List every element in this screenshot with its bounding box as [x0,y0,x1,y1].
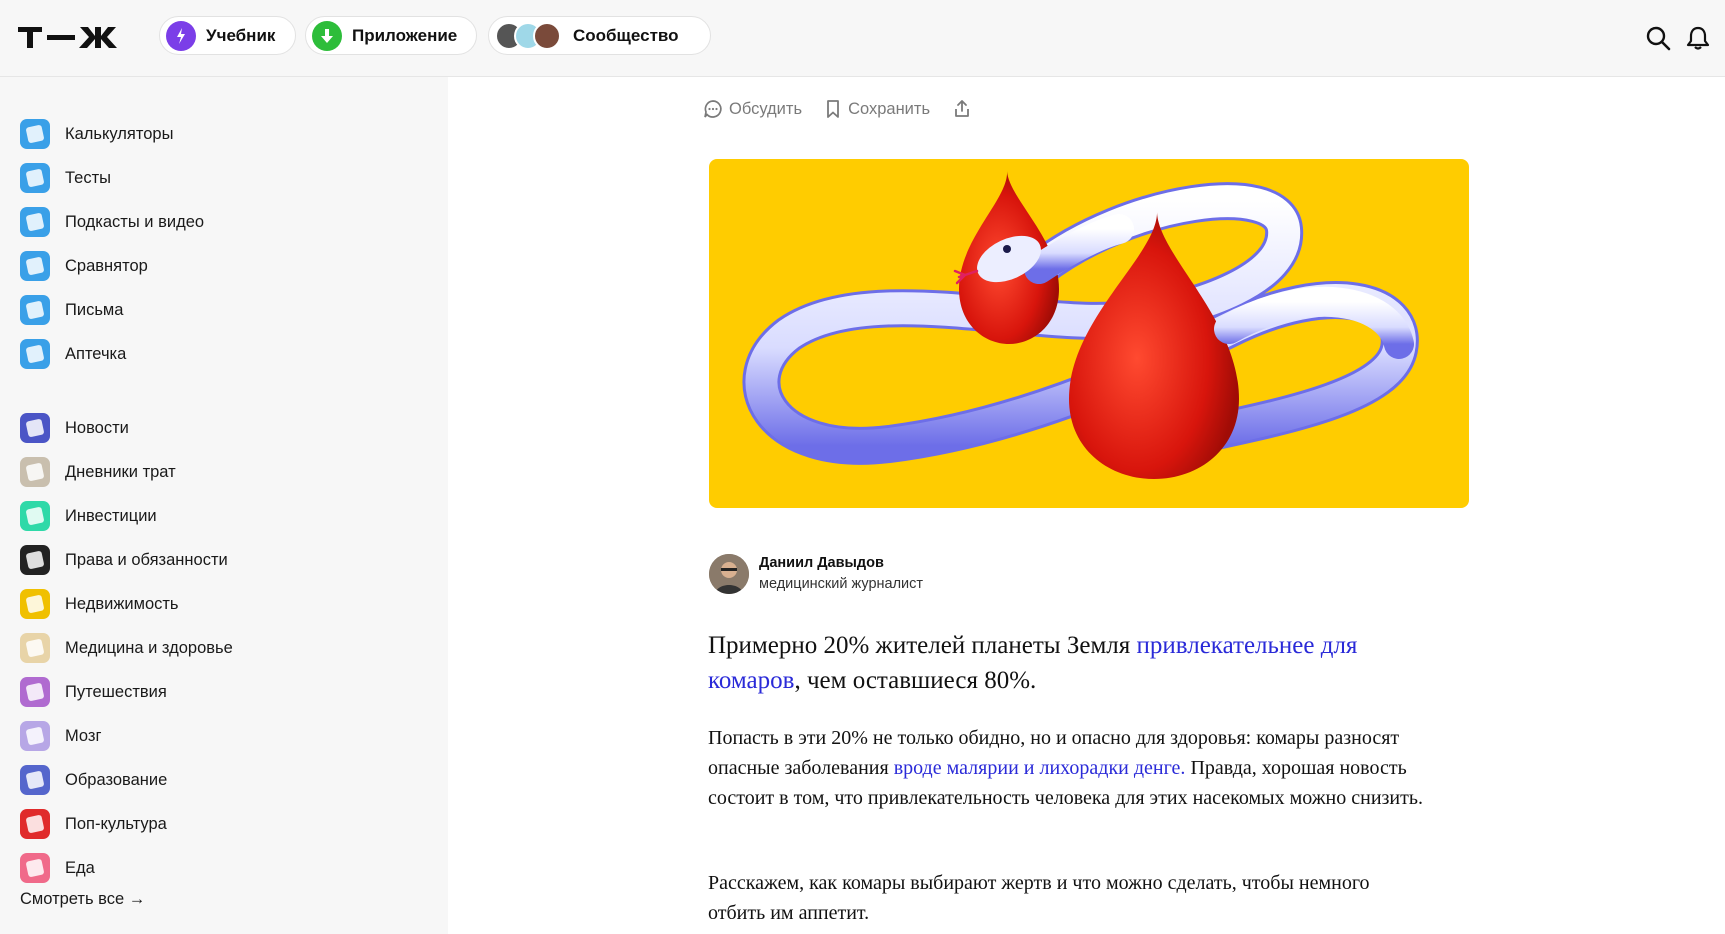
article-paragraph: Попасть в эти 20% не только обидно, но и… [708,723,1428,813]
suitcase-icon [20,677,50,707]
investment-icon [20,501,50,531]
sidebar-item-label: Письма [65,300,124,319]
compare-icon [20,251,50,281]
rocket-icon [166,20,196,51]
sidebar-item-investment[interactable]: Инвестиции [20,499,157,533]
sidebar-item-label: Медицина и здоровье [65,638,233,657]
share-icon [955,100,969,117]
letter-icon [20,295,50,325]
sidebar-item-compare[interactable]: Сравнятор [20,249,148,283]
share-button[interactable] [952,99,972,119]
hero-illustration [709,159,1469,508]
article-paragraph: Расскажем, как комары выбирают жертв и ч… [708,872,1370,924]
food-icon [20,853,50,883]
sidebar-item-news[interactable]: Новости [20,411,129,445]
avatar [533,21,561,50]
sidebar-item-bandage[interactable]: Медицина и здоровье [20,631,233,665]
sidebar-item-gamepad[interactable]: Тесты [20,161,111,195]
see-all-link[interactable]: Смотреть все → [20,890,145,909]
sidebar-item-calculator[interactable]: Калькуляторы [20,117,173,151]
download-icon [312,20,342,51]
news-icon [20,413,50,443]
comment-icon [704,100,722,118]
hand-icon [20,809,50,839]
app-label: Приложение [352,25,458,45]
sidebar-item-label: Аптечка [65,344,127,363]
author-role: медицинский журналист [759,576,924,592]
author-block[interactable]: Даниил Давыдов медицинский журналист [709,553,923,595]
sidebar-item-food[interactable]: Еда [20,851,95,885]
sidebar-item-label: Путешествия [65,682,167,701]
sidebar-item-gavel[interactable]: Права и обязанности [20,543,228,577]
author-name: Даниил Давыдов [759,555,884,571]
sidebar-item-label: Образование [65,770,168,789]
sidebar-item-letter[interactable]: Письма [20,293,123,327]
save-button[interactable]: Сохранить [824,99,930,119]
brain-icon [20,721,50,751]
notifications-button[interactable] [1684,24,1712,52]
snake-blood-drops-image [742,171,1419,479]
sidebar-item-hand[interactable]: Поп-культура [20,807,167,841]
discuss-button[interactable]: Обсудить [703,99,802,119]
calculator-icon [20,119,50,149]
search-button[interactable] [1644,24,1672,52]
first-aid-icon [20,339,50,369]
article-lead: Примерно 20% жителей планеты Земля привл… [708,628,1428,698]
community-avatars [495,21,561,50]
textbook-label: Учебник [206,25,276,45]
sidebar-item-house[interactable]: Недвижимость [20,587,179,621]
sidebar-item-label: Мозг [65,726,102,745]
bandage-icon [20,633,50,663]
pencil-icon [20,765,50,795]
community-pill[interactable]: Сообщество [488,16,711,55]
bookmark-icon [827,100,839,118]
app-pill[interactable]: Приложение [305,16,477,55]
sidebar-item-label: Новости [65,418,129,437]
sidebar-item-label: Инвестиции [65,506,157,525]
play-icon [20,207,50,237]
search-icon [1646,26,1671,51]
textbook-pill[interactable]: Учебник [159,16,296,55]
discuss-label: Обсудить [729,99,803,118]
diary-icon [20,457,50,487]
sidebar-item-label: Дневники трат [65,462,176,481]
community-label: Сообщество [573,25,679,45]
sidebar-item-label: Калькуляторы [65,124,174,143]
save-label: Сохранить [848,99,931,118]
sidebar-item-label: Подкасты и видео [65,212,205,231]
house-icon [20,589,50,619]
sidebar-item-label: Права и обязанности [65,550,228,569]
sidebar-item-pencil[interactable]: Образование [20,763,167,797]
tzh-logo[interactable] [18,24,140,50]
bell-icon [1686,26,1710,50]
sidebar-item-label: Недвижимость [65,594,179,613]
sidebar-item-suitcase[interactable]: Путешествия [20,675,167,709]
sidebar-item-label: Поп-культура [65,814,167,833]
sidebar-item-label: Тесты [65,168,111,187]
gamepad-icon [20,163,50,193]
lead-text: Примерно 20% жителей планеты Земля [708,632,1137,659]
lead-text-end: , чем оставшиеся 80%. [794,667,1037,694]
malaria-dengue-link[interactable]: вроде малярии и лихорадки денге. [894,757,1186,779]
gavel-icon [20,545,50,575]
sidebar-item-label: Сравнятор [65,256,148,275]
sidebar-item-brain[interactable]: Мозг [20,719,102,753]
author-avatar [709,554,749,594]
sidebar-item-play[interactable]: Подкасты и видео [20,205,204,239]
top-header: Учебник Приложение Сообщество [0,0,1725,77]
sidebar-item-label: Еда [65,858,95,877]
article-toolbar: Обсудить Сохранить [703,97,972,121]
sidebar-item-first-aid[interactable]: Аптечка [20,337,126,371]
sidebar-item-diary[interactable]: Дневники трат [20,455,176,489]
